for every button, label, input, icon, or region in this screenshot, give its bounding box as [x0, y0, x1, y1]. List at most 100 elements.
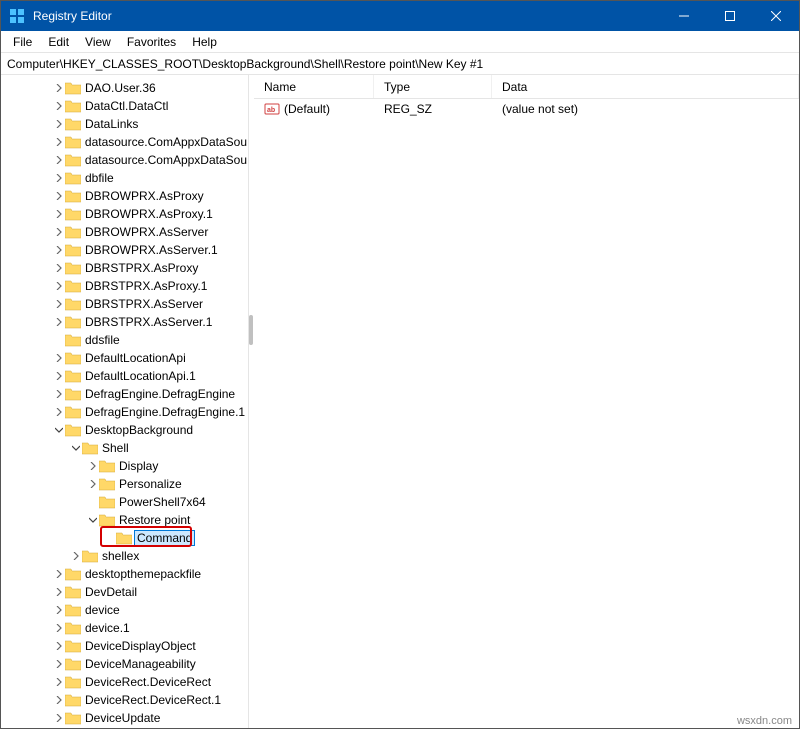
tree-node-label[interactable]: DBRSTPRX.AsProxy.1 — [84, 279, 208, 293]
tree-node-label[interactable]: ddsfile — [84, 333, 121, 347]
tree-node[interactable]: DBROWPRX.AsProxy — [1, 187, 248, 205]
chevron-right-icon[interactable] — [53, 102, 65, 110]
chevron-right-icon[interactable] — [53, 192, 65, 200]
chevron-right-icon[interactable] — [53, 570, 65, 578]
tree-node[interactable]: DefaultLocationApi — [1, 349, 248, 367]
chevron-right-icon[interactable] — [53, 354, 65, 362]
tree-node[interactable]: PowerShell7x64 — [1, 493, 248, 511]
tree-node-label[interactable]: DeviceRect.DeviceRect.1 — [84, 693, 222, 707]
tree-node-label[interactable]: datasource.ComAppxDataSou — [84, 135, 248, 149]
tree-node-label[interactable]: datasource.ComAppxDataSou — [84, 153, 248, 167]
tree-node[interactable]: DefragEngine.DefragEngine.1 — [1, 403, 248, 421]
tree-node-label[interactable]: Shell — [101, 441, 130, 455]
tree-node[interactable]: dbfile — [1, 169, 248, 187]
tree-node[interactable]: Shell — [1, 439, 248, 457]
chevron-down-icon[interactable] — [70, 444, 82, 452]
tree-node-label[interactable]: DataCtl.DataCtl — [84, 99, 169, 113]
list-pane[interactable]: Name Type Data ab (Default) REG_SZ (valu… — [254, 75, 799, 728]
tree-node[interactable]: datasource.ComAppxDataSou — [1, 133, 248, 151]
chevron-right-icon[interactable] — [87, 480, 99, 488]
tree-node[interactable]: DeviceManageability — [1, 655, 248, 673]
tree-node-label[interactable]: DBRSTPRX.AsProxy — [84, 261, 199, 275]
tree-node-label[interactable]: device.1 — [84, 621, 131, 635]
tree-node-label[interactable]: DefaultLocationApi — [84, 351, 187, 365]
tree-node-label[interactable]: shellex — [101, 549, 140, 563]
tree-node[interactable]: DeviceDisplayObject — [1, 637, 248, 655]
chevron-right-icon[interactable] — [53, 174, 65, 182]
tree-node-label[interactable]: Display — [118, 459, 159, 473]
chevron-right-icon[interactable] — [87, 462, 99, 470]
tree-node[interactable]: DeviceRect.DeviceRect.1 — [1, 691, 248, 709]
chevron-right-icon[interactable] — [53, 408, 65, 416]
tree-node[interactable]: DBRSTPRX.AsProxy.1 — [1, 277, 248, 295]
tree-node[interactable]: DataCtl.DataCtl — [1, 97, 248, 115]
tree-node[interactable]: DBRSTPRX.AsServer — [1, 295, 248, 313]
tree-node-label[interactable]: DeviceUpdate — [84, 711, 161, 725]
tree-node-label[interactable]: Personalize — [118, 477, 183, 491]
chevron-right-icon[interactable] — [53, 264, 65, 272]
tree-pane[interactable]: DAO.User.36 DataCtl.DataCtl DataLinks datas… — [1, 75, 249, 728]
chevron-down-icon[interactable] — [87, 516, 99, 524]
tree-node[interactable]: device — [1, 601, 248, 619]
tree-node-label[interactable]: desktopthemepackfile — [84, 567, 202, 581]
tree-node[interactable]: desktopthemepackfile — [1, 565, 248, 583]
chevron-right-icon[interactable] — [53, 390, 65, 398]
tree-node-label[interactable]: DeviceRect.DeviceRect — [84, 675, 212, 689]
tree-node[interactable]: DeviceUpdate — [1, 709, 248, 727]
tree-node[interactable]: Restore point — [1, 511, 248, 529]
tree-node[interactable]: DevDetail — [1, 583, 248, 601]
column-data[interactable]: Data — [492, 75, 799, 98]
tree-node[interactable]: DefragEngine.DefragEngine — [1, 385, 248, 403]
tree-node[interactable]: Personalize — [1, 475, 248, 493]
tree-node[interactable]: DeviceRect.DeviceRect — [1, 673, 248, 691]
tree-node[interactable]: DataLinks — [1, 115, 248, 133]
tree-node[interactable]: Command — [1, 529, 248, 547]
tree-node[interactable]: device.1 — [1, 619, 248, 637]
tree-node[interactable]: shellex — [1, 547, 248, 565]
minimize-button[interactable] — [661, 1, 707, 31]
chevron-right-icon[interactable] — [53, 210, 65, 218]
chevron-right-icon[interactable] — [53, 156, 65, 164]
tree-node-label[interactable]: PowerShell7x64 — [118, 495, 207, 509]
chevron-right-icon[interactable] — [53, 696, 65, 704]
tree-node-label[interactable]: DAO.User.36 — [84, 81, 157, 95]
chevron-right-icon[interactable] — [53, 228, 65, 236]
close-button[interactable] — [753, 1, 799, 31]
tree-node[interactable]: DBROWPRX.AsServer.1 — [1, 241, 248, 259]
tree-node-label[interactable]: DBRSTPRX.AsServer — [84, 297, 204, 311]
chevron-right-icon[interactable] — [53, 714, 65, 722]
menu-view[interactable]: View — [77, 33, 119, 51]
chevron-right-icon[interactable] — [53, 282, 65, 290]
tree-node-label[interactable]: device — [84, 603, 121, 617]
tree-node-label[interactable]: DefaultLocationApi.1 — [84, 369, 197, 383]
menu-edit[interactable]: Edit — [40, 33, 77, 51]
tree-node-label[interactable]: DevDetail — [84, 585, 138, 599]
chevron-right-icon[interactable] — [53, 372, 65, 380]
chevron-down-icon[interactable] — [53, 426, 65, 434]
chevron-right-icon[interactable] — [53, 318, 65, 326]
chevron-right-icon[interactable] — [53, 138, 65, 146]
tree-node-label[interactable]: DefragEngine.DefragEngine.1 — [84, 405, 246, 419]
chevron-right-icon[interactable] — [53, 120, 65, 128]
tree-node[interactable]: DBROWPRX.AsProxy.1 — [1, 205, 248, 223]
tree-node-label[interactable]: DBROWPRX.AsProxy — [84, 189, 205, 203]
menu-favorites[interactable]: Favorites — [119, 33, 184, 51]
address-bar[interactable]: Computer\HKEY_CLASSES_ROOT\DesktopBackgr… — [1, 53, 799, 75]
tree-node[interactable]: DesktopBackground — [1, 421, 248, 439]
tree-node-label[interactable]: DeviceManageability — [84, 657, 197, 671]
chevron-right-icon[interactable] — [53, 660, 65, 668]
tree-node-label[interactable]: dbfile — [84, 171, 115, 185]
tree-node[interactable]: DefaultLocationApi.1 — [1, 367, 248, 385]
tree-node-label[interactable]: DesktopBackground — [84, 423, 194, 437]
tree-node-label[interactable]: DataLinks — [84, 117, 139, 131]
tree-node[interactable]: DBROWPRX.AsServer — [1, 223, 248, 241]
tree-node-label[interactable]: DefragEngine.DefragEngine — [84, 387, 236, 401]
tree-node-label[interactable]: DeviceDisplayObject — [84, 639, 197, 653]
chevron-right-icon[interactable] — [53, 678, 65, 686]
chevron-right-icon[interactable] — [53, 246, 65, 254]
chevron-right-icon[interactable] — [53, 606, 65, 614]
menu-file[interactable]: File — [5, 33, 40, 51]
column-name[interactable]: Name — [254, 75, 374, 98]
chevron-right-icon[interactable] — [53, 588, 65, 596]
chevron-right-icon[interactable] — [70, 552, 82, 560]
